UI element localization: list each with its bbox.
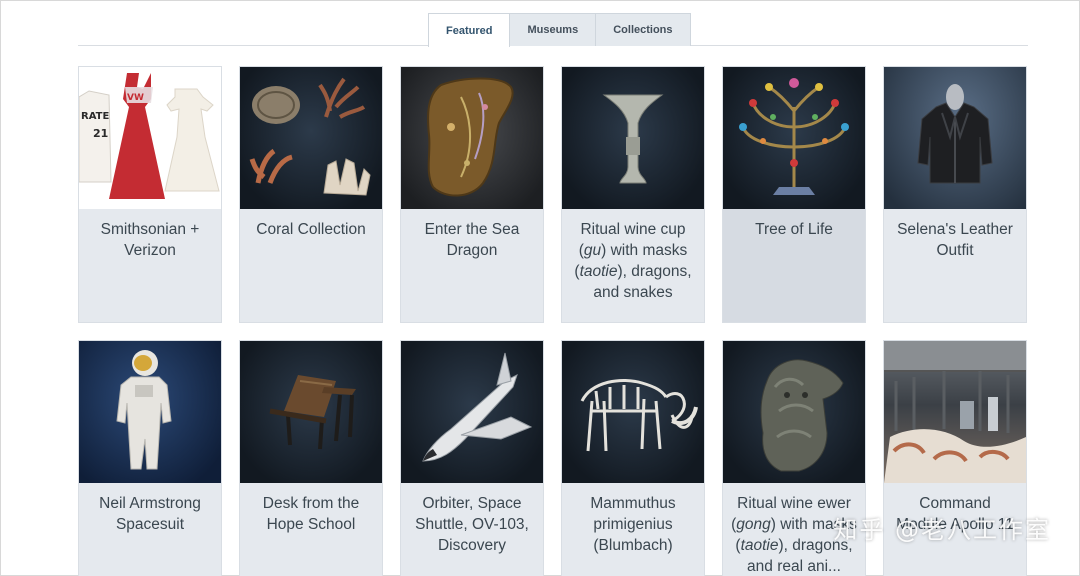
leather-jacket-image <box>884 67 1026 209</box>
coral-specimens-image <box>240 67 382 209</box>
card-ritual-wine-cup[interactable]: Ritual wine cup (gu) with masks (taotie)… <box>561 66 705 323</box>
watermark: 知乎 @老八工作室 <box>833 516 1051 544</box>
card-title: Enter the Sea Dragon <box>424 221 520 259</box>
card-smithsonian-verizon[interactable]: RATE 21 VW Smithsonian + Verizon <box>78 66 222 323</box>
card-mammoth[interactable]: Mammuthus primigenius (Blumbach) <box>561 340 705 576</box>
svg-text:VW: VW <box>127 93 144 103</box>
card-space-shuttle-discovery[interactable]: Orbiter, Space Shuttle, OV-103, Discover… <box>400 340 544 576</box>
tab-featured[interactable]: Featured <box>428 13 511 47</box>
clothing-uniforms-image: RATE 21 VW <box>79 67 221 209</box>
card-title: Coral Collection <box>256 221 366 238</box>
card-title: Selena's Leather Outfit <box>897 221 1013 259</box>
command-module-image <box>884 341 1026 483</box>
card-title: Orbiter, Space Shuttle, OV-103, Discover… <box>415 495 529 554</box>
card-tree-of-life[interactable]: Tree of Life <box>722 66 866 323</box>
mammoth-skeleton-image <box>562 341 704 483</box>
card-title: Neil Armstrong Spacesuit <box>99 495 201 533</box>
spacesuit-image <box>79 341 221 483</box>
svg-text:RATE: RATE <box>81 111 109 122</box>
tree-of-life-image <box>723 67 865 209</box>
card-title: Mammuthus primigenius (Blumbach) <box>590 495 676 554</box>
school-desk-image <box>240 341 382 483</box>
tab-museums[interactable]: Museums <box>510 13 597 46</box>
card-armstrong-spacesuit[interactable]: Neil Armstrong Spacesuit <box>78 340 222 576</box>
featured-grid: RATE 21 VW Smithsonian + Verizon Coral C <box>78 66 1028 576</box>
tab-list: Featured Museums Collections <box>428 13 691 47</box>
card-hope-school-desk[interactable]: Desk from the Hope School <box>239 340 383 576</box>
card-title: Tree of Life <box>755 221 833 238</box>
space-shuttle-image <box>401 341 543 483</box>
wine-ewer-image <box>723 341 865 483</box>
svg-text:21: 21 <box>93 127 108 140</box>
card-title: Smithsonian + Verizon <box>100 221 200 259</box>
card-title: Desk from the Hope School <box>262 495 360 533</box>
tab-bar: Featured Museums Collections <box>78 13 1028 47</box>
card-selena-outfit[interactable]: Selena's Leather Outfit <box>883 66 1027 323</box>
card-sea-dragon[interactable]: Enter the Sea Dragon <box>400 66 544 323</box>
card-title: Ritual wine cup (gu) with masks (taotie)… <box>574 221 692 301</box>
sea-dragon-image <box>401 67 543 209</box>
card-coral-collection[interactable]: Coral Collection <box>239 66 383 323</box>
wine-cup-image <box>562 67 704 209</box>
tab-collections[interactable]: Collections <box>596 13 691 46</box>
